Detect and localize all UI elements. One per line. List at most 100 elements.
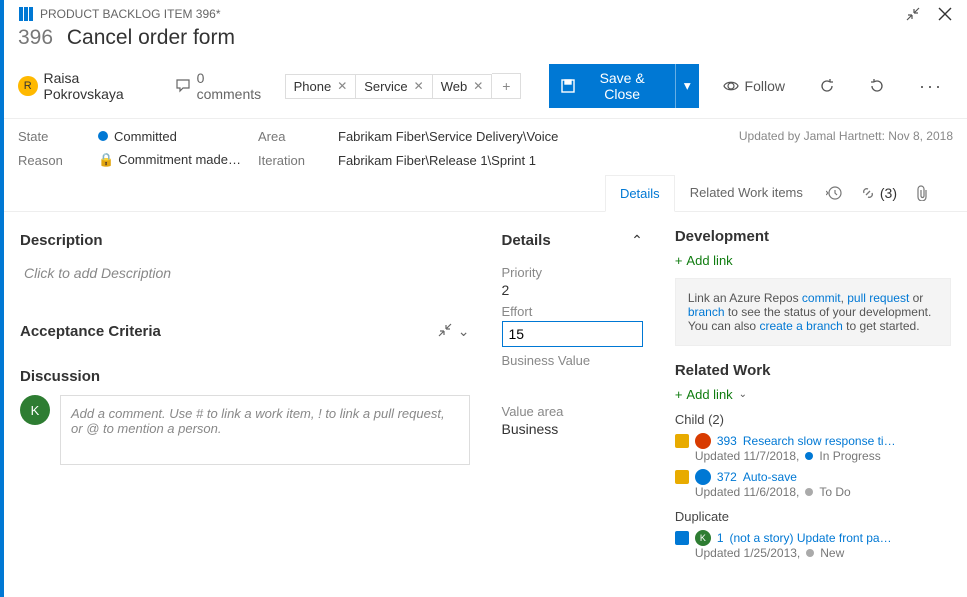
tab-related-work-items[interactable]: Related Work items bbox=[675, 174, 818, 211]
remove-tag-icon[interactable]: ✕ bbox=[414, 79, 424, 93]
child-group-label: Child (2) bbox=[675, 412, 951, 427]
comment-icon bbox=[175, 78, 191, 94]
state-dot-icon bbox=[806, 549, 814, 557]
area-value[interactable]: Fabrikam Fiber\Service Delivery\Voice bbox=[338, 129, 638, 144]
state-dot-icon bbox=[98, 131, 108, 141]
current-user-avatar: K bbox=[20, 395, 50, 425]
refresh-button[interactable] bbox=[809, 72, 845, 100]
comments-link[interactable]: 0 comments bbox=[175, 70, 271, 102]
priority-label: Priority bbox=[502, 265, 643, 280]
more-actions-button[interactable]: ··· bbox=[909, 70, 953, 103]
add-related-link-button[interactable]: +Add link⌄ bbox=[675, 387, 951, 402]
add-tag-button[interactable]: + bbox=[492, 73, 521, 99]
related-item[interactable]: K 1 (not a story) Update front pa… bbox=[675, 530, 951, 546]
pbi-icon bbox=[675, 434, 689, 448]
follow-icon bbox=[723, 78, 739, 94]
state-dot-icon bbox=[805, 488, 813, 496]
tag-list: Phone✕ Service✕ Web✕ + bbox=[285, 73, 522, 99]
acceptance-heading: Acceptance Criteria bbox=[20, 323, 161, 340]
create-branch-link[interactable]: create a branch bbox=[759, 319, 842, 333]
assignee-avatar-icon bbox=[695, 469, 711, 485]
related-work-heading: Related Work bbox=[675, 362, 951, 379]
chevron-down-icon: ⌄ bbox=[739, 389, 747, 400]
chevron-down-icon[interactable]: ⌄ bbox=[458, 323, 470, 340]
assignee-avatar-icon bbox=[695, 433, 711, 449]
links-count: (3) bbox=[880, 185, 897, 201]
value-area-value[interactable]: Business bbox=[502, 421, 643, 437]
assignee-picker[interactable]: R Raisa Pokrovskaya bbox=[18, 70, 161, 102]
related-item-id[interactable]: 1 bbox=[717, 531, 724, 545]
remove-tag-icon[interactable]: ✕ bbox=[473, 79, 483, 93]
save-dropdown-button[interactable]: ▾ bbox=[675, 64, 699, 108]
attachments-icon[interactable] bbox=[915, 185, 929, 201]
related-item-id[interactable]: 372 bbox=[717, 470, 737, 484]
tag-chip[interactable]: Web✕ bbox=[433, 74, 493, 99]
lock-icon: 🔒 bbox=[98, 152, 114, 167]
iteration-value[interactable]: Fabrikam Fiber\Release 1\Sprint 1 bbox=[338, 153, 638, 168]
related-item-meta: Updated 11/7/2018,In Progress bbox=[695, 449, 951, 463]
description-editor[interactable]: Click to add Description bbox=[20, 259, 470, 305]
state-dot-icon bbox=[805, 452, 813, 460]
state-label: State bbox=[18, 129, 98, 144]
remove-tag-icon[interactable]: ✕ bbox=[337, 79, 347, 93]
discussion-heading: Discussion bbox=[20, 368, 100, 385]
reason-value[interactable]: 🔒Commitment made… bbox=[98, 152, 258, 168]
related-item[interactable]: 393 Research slow response ti… bbox=[675, 433, 951, 449]
related-item-title[interactable]: Research slow response ti… bbox=[743, 434, 896, 448]
expand-icon[interactable] bbox=[438, 323, 452, 340]
close-icon[interactable] bbox=[937, 6, 953, 22]
save-icon bbox=[561, 79, 575, 93]
plus-icon: + bbox=[675, 387, 683, 402]
save-and-close-button[interactable]: Save & Close bbox=[549, 64, 674, 108]
effort-input[interactable] bbox=[502, 321, 643, 347]
plus-icon: + bbox=[675, 253, 683, 268]
related-item-title[interactable]: Auto-save bbox=[743, 470, 797, 484]
work-item-id: 396 bbox=[18, 26, 53, 49]
description-heading: Description bbox=[20, 232, 103, 249]
work-item-title-text: Cancel order form bbox=[67, 26, 235, 49]
discussion-input[interactable]: Add a comment. Use # to link a work item… bbox=[60, 395, 470, 465]
add-dev-link-button[interactable]: +Add link bbox=[675, 253, 951, 268]
tab-bar: Details Related Work items (3) bbox=[4, 174, 967, 212]
history-icon[interactable] bbox=[826, 185, 842, 201]
links-tab[interactable]: (3) bbox=[860, 185, 897, 201]
tag-chip[interactable]: Service✕ bbox=[356, 74, 432, 99]
last-updated-text: Updated by Jamal Hartnett: Nov 8, 2018 bbox=[739, 129, 953, 168]
related-item[interactable]: 372 Auto-save bbox=[675, 469, 951, 485]
follow-button[interactable]: Follow bbox=[713, 72, 795, 100]
related-item-title[interactable]: (not a story) Update front pa… bbox=[730, 531, 892, 545]
assignee-avatar: R bbox=[18, 76, 38, 96]
duplicate-group-label: Duplicate bbox=[675, 509, 951, 524]
reason-label: Reason bbox=[18, 153, 98, 168]
assignee-avatar-icon: K bbox=[695, 530, 711, 546]
revert-button[interactable] bbox=[859, 72, 895, 100]
details-column: Details ⌃ Priority 2 Effort Business Valu… bbox=[486, 212, 659, 597]
related-item-id[interactable]: 393 bbox=[717, 434, 737, 448]
value-area-label: Value area bbox=[502, 404, 643, 419]
pbi-icon bbox=[675, 531, 689, 545]
priority-value[interactable]: 2 bbox=[502, 282, 643, 298]
command-bar: R Raisa Pokrovskaya 0 comments Phone✕ Se… bbox=[4, 60, 967, 119]
description-column: Description Click to add Description Acc… bbox=[4, 212, 486, 597]
related-item-meta: Updated 1/25/2013,New bbox=[695, 546, 951, 560]
business-value-label: Business Value bbox=[502, 353, 643, 368]
tab-details[interactable]: Details bbox=[605, 175, 675, 212]
collapse-icon[interactable] bbox=[905, 6, 921, 22]
area-label: Area bbox=[258, 129, 338, 144]
state-value[interactable]: Committed bbox=[98, 129, 258, 144]
info-strip: State Committed Area Fabrikam Fiber\Serv… bbox=[4, 119, 967, 174]
chevron-up-icon[interactable]: ⌃ bbox=[631, 232, 643, 249]
related-item-meta: Updated 11/6/2018,To Do bbox=[695, 485, 951, 499]
breadcrumb-text: PRODUCT BACKLOG ITEM 396* bbox=[40, 7, 221, 21]
pull-request-link[interactable]: pull request bbox=[847, 291, 909, 305]
details-heading: Details bbox=[502, 232, 551, 249]
effort-label: Effort bbox=[502, 304, 643, 319]
commit-link[interactable]: commit bbox=[802, 291, 841, 305]
development-hint-box: Link an Azure Repos commit, pull request… bbox=[675, 278, 951, 346]
save-split-button: Save & Close ▾ bbox=[549, 64, 698, 108]
comments-count: 0 comments bbox=[197, 70, 271, 102]
iteration-label: Iteration bbox=[258, 153, 338, 168]
branch-link[interactable]: branch bbox=[688, 305, 725, 319]
tag-chip[interactable]: Phone✕ bbox=[285, 74, 357, 99]
work-item-title[interactable]: 396 Cancel order form bbox=[4, 22, 967, 60]
